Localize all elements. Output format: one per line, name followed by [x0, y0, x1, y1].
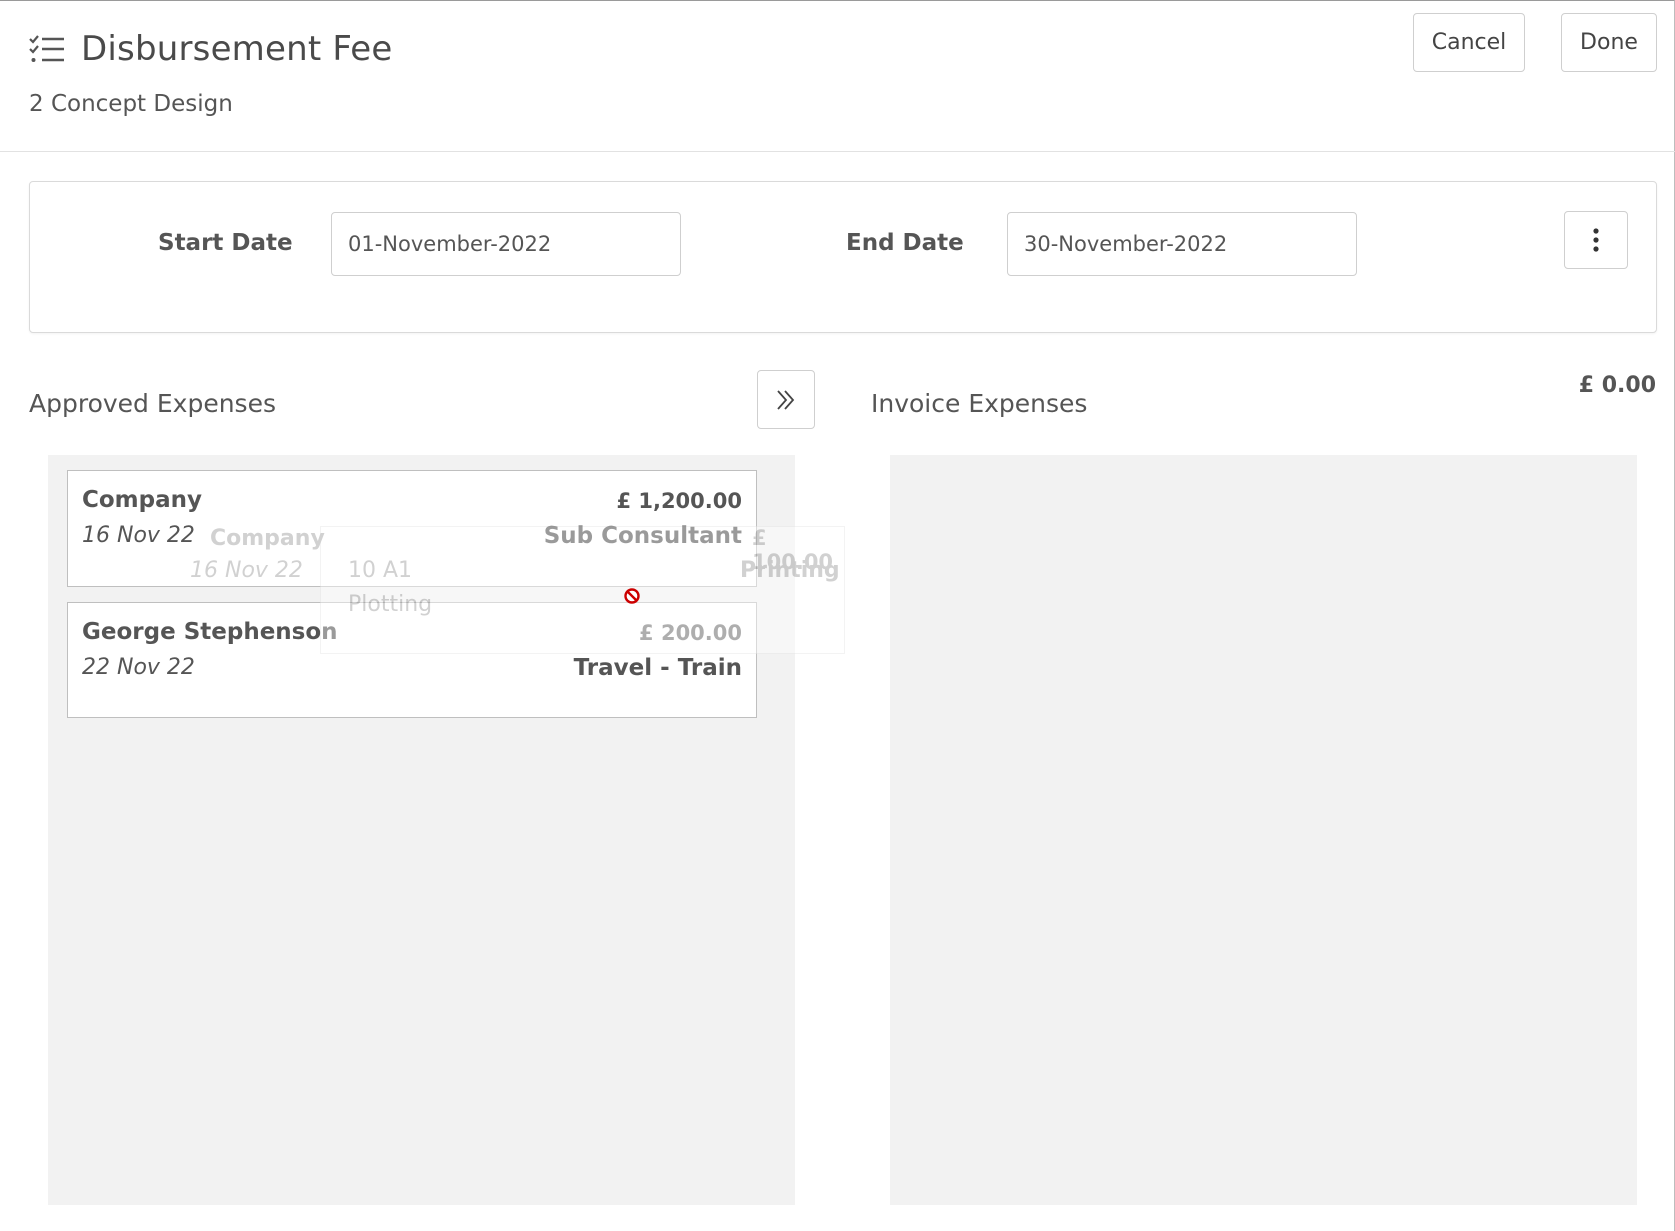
kebab-icon: [1593, 228, 1599, 252]
expense-name: Company: [82, 487, 202, 513]
approved-expenses-title: Approved Expenses: [29, 389, 276, 418]
modal-header: Disbursement Fee 2 Concept Design Cancel…: [0, 1, 1675, 152]
expense-date: 22 Nov 22: [82, 655, 195, 680]
expense-amount: £ 200.00: [639, 621, 742, 645]
no-drop-icon: [624, 588, 640, 604]
page-title: Disbursement Fee: [81, 29, 393, 69]
more-options-button[interactable]: [1564, 211, 1628, 269]
done-button[interactable]: Done: [1561, 13, 1657, 72]
invoice-total: £ 0.00: [1578, 373, 1656, 398]
checklist-icon: [29, 35, 64, 62]
invoice-expenses-title: Invoice Expenses: [871, 389, 1088, 418]
end-date-label: End Date: [846, 230, 964, 256]
end-date-input[interactable]: [1007, 212, 1357, 276]
expense-card[interactable]: George Stephenson 22 Nov 22 £ 200.00 Tra…: [67, 602, 757, 718]
cancel-button[interactable]: Cancel: [1413, 13, 1525, 72]
expense-type: Sub Consultant: [543, 523, 742, 549]
expense-amount: £ 1,200.00: [616, 489, 742, 513]
expense-type: Travel - Train: [573, 655, 742, 681]
double-chevron-right-icon: [777, 389, 795, 410]
invoice-expenses-dropzone[interactable]: [890, 455, 1637, 1205]
start-date-label: Start Date: [158, 230, 293, 256]
expense-name: George Stephenson: [82, 619, 338, 645]
move-all-button[interactable]: [757, 370, 815, 429]
disbursement-modal: Disbursement Fee 2 Concept Design Cancel…: [0, 0, 1675, 1231]
page-subtitle: 2 Concept Design: [29, 91, 233, 117]
expense-date: 16 Nov 22: [82, 523, 195, 548]
date-range-panel: Start Date End Date: [29, 181, 1657, 333]
expense-card[interactable]: Company 16 Nov 22 £ 1,200.00 Sub Consult…: [67, 470, 757, 587]
start-date-input[interactable]: [331, 212, 681, 276]
